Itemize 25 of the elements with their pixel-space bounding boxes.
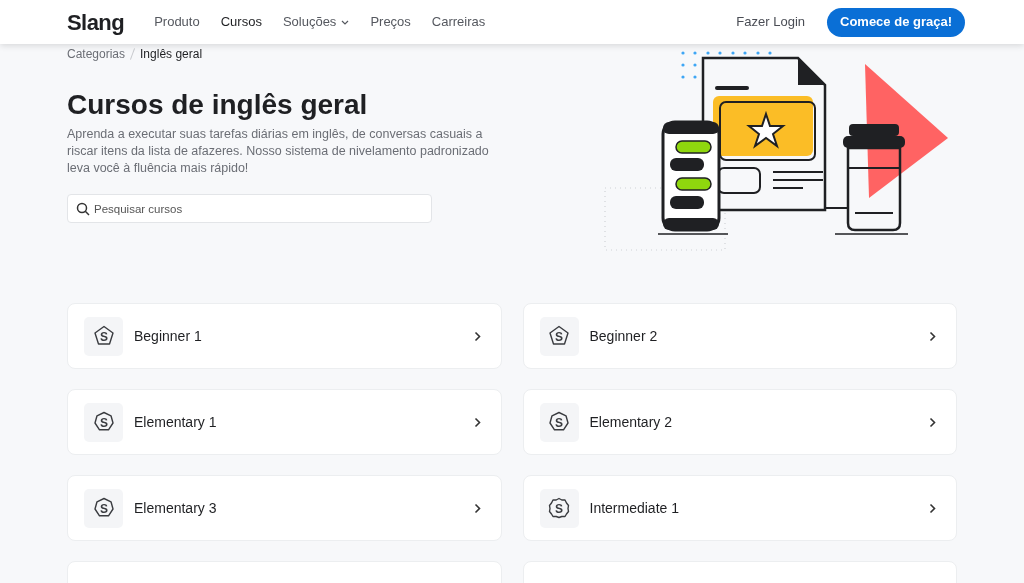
course-card[interactable]: S Beginner 2 [522, 303, 957, 369]
badge-icon: S [91, 410, 116, 434]
breadcrumb-link[interactable]: Inglês geral [140, 45, 203, 63]
badge-icon: S [91, 324, 116, 348]
logo[interactable]: Slang [67, 5, 125, 39]
badge-icon: S [91, 496, 116, 520]
nav-link[interactable]: Soluções [282, 12, 350, 32]
course-card[interactable]: S Intermediate 1 [522, 475, 957, 541]
course-card[interactable]: S Elementary 3 [67, 475, 502, 541]
login-link[interactable]: Fazer Login [736, 12, 805, 32]
badge-icon: S [547, 496, 571, 520]
badge-icon: S [547, 324, 571, 348]
nav-link[interactable]: Produto [154, 12, 200, 32]
nav-link[interactable]: Carreiras [431, 12, 486, 32]
course-card[interactable]: S Elementary 1 [67, 389, 502, 455]
nav-link[interactable]: Cursos [220, 12, 262, 32]
badge-icon: S [547, 410, 571, 434]
page-description: Aprenda a executar suas tarefas diárias em inglês, de conversas casuais a riscar itens da lista de afazeres. Nosso sistema de nivelamento padronizado leva você à fluência mais rápido! [67, 126, 490, 177]
page-title: Cursos de inglês geral [67, 88, 369, 122]
start-free-button[interactable]: Comece de graça! [827, 7, 965, 37]
course-card[interactable]: S Elementary 2 [522, 389, 957, 455]
search-field[interactable]: Pesquisar cursos [67, 194, 432, 223]
breadcrumb-link[interactable]: Categorias [67, 45, 126, 63]
course-card[interactable]: S Beginner 1 [67, 303, 502, 369]
nav-link[interactable]: Preços [370, 12, 411, 32]
